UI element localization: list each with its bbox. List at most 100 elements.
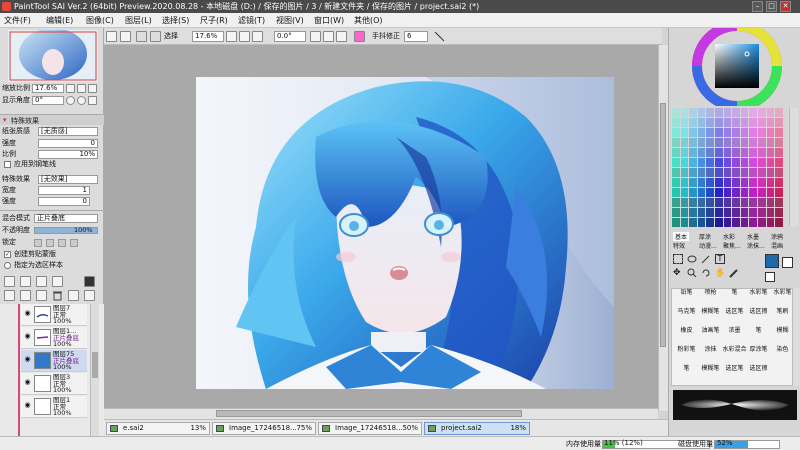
color-swatch[interactable]	[766, 218, 775, 227]
color-swatch[interactable]	[723, 118, 732, 127]
swatch-scrollbar[interactable]	[789, 108, 798, 226]
color-swatch[interactable]	[706, 108, 714, 117]
color-swatch[interactable]	[732, 208, 740, 217]
color-swatch[interactable]	[689, 108, 697, 117]
color-swatch[interactable]	[715, 128, 723, 137]
color-swatch[interactable]	[740, 168, 749, 177]
close-button[interactable]: ✕	[780, 1, 791, 12]
color-swatch[interactable]	[706, 188, 714, 197]
clear-layer-button[interactable]	[36, 290, 47, 301]
rotate-reset-button[interactable]	[336, 31, 347, 42]
new-pen-layer-button[interactable]	[36, 276, 47, 287]
text-icon[interactable]: T	[715, 254, 725, 264]
color-swatch[interactable]	[732, 118, 740, 127]
zoom-out-button[interactable]	[226, 31, 237, 42]
minimize-button[interactable]: –	[752, 1, 763, 12]
tab-anime[interactable]: 动漫...	[699, 241, 717, 250]
undo-button[interactable]	[106, 31, 117, 42]
transparent-color-swatch[interactable]	[765, 272, 775, 282]
color-swatch[interactable]	[749, 208, 757, 217]
color-swatch[interactable]	[766, 128, 775, 137]
zoom-field[interactable]: 17.6%	[192, 31, 224, 42]
color-swatch[interactable]	[672, 198, 680, 207]
nav-zoom-out-button[interactable]	[66, 84, 75, 93]
color-swatch[interactable]	[732, 128, 740, 137]
color-swatch[interactable]	[706, 148, 714, 157]
color-swatch[interactable]	[723, 178, 732, 187]
color-swatch[interactable]	[749, 178, 757, 187]
color-swatch[interactable]	[749, 218, 757, 227]
color-swatch[interactable]	[680, 148, 689, 157]
color-swatch[interactable]	[723, 148, 732, 157]
color-wheel[interactable]	[681, 28, 793, 106]
clip-checkbox[interactable]: ✓	[4, 251, 11, 258]
rotate-left-button[interactable]	[310, 31, 321, 42]
color-swatch[interactable]	[706, 138, 714, 147]
lock-pixels-button[interactable]	[46, 239, 54, 247]
color-swatch[interactable]	[740, 138, 749, 147]
nav-angle-field[interactable]: 0°	[32, 96, 64, 105]
color-swatch[interactable]	[680, 218, 689, 227]
color-swatch[interactable]	[775, 218, 783, 227]
color-swatch[interactable]	[740, 178, 749, 187]
color-swatch[interactable]	[697, 168, 706, 177]
color-swatch[interactable]	[723, 168, 732, 177]
color-swatch[interactable]	[732, 158, 740, 167]
blend-select[interactable]: 正片叠底	[34, 214, 98, 223]
eye-icon[interactable]: ◉	[23, 332, 32, 340]
copy-layer-button[interactable]	[4, 290, 15, 301]
color-swatch[interactable]	[672, 158, 680, 167]
color-swatch[interactable]	[680, 138, 689, 147]
color-swatch[interactable]	[672, 208, 680, 217]
color-swatch[interactable]	[775, 198, 783, 207]
eye-icon[interactable]: ◉	[23, 378, 32, 386]
color-swatch[interactable]	[715, 138, 723, 147]
color-swatch[interactable]	[672, 148, 680, 157]
color-swatch[interactable]	[740, 108, 749, 117]
effect-select[interactable]: [无效果]	[38, 175, 98, 184]
color-swatch[interactable]	[732, 178, 740, 187]
color-swatch[interactable]	[697, 218, 706, 227]
color-swatch[interactable]	[689, 118, 697, 127]
invert-selection-button[interactable]	[150, 31, 161, 42]
color-swatch[interactable]	[775, 148, 783, 157]
color-swatch[interactable]	[697, 188, 706, 197]
tab-basic[interactable]: 基本	[673, 232, 690, 241]
menu-filter[interactable]: 滤镜(T)	[238, 15, 265, 26]
rect-select-icon[interactable]	[673, 254, 683, 264]
color-swatch[interactable]	[758, 158, 766, 167]
color-swatch[interactable]	[680, 188, 689, 197]
color-swatch[interactable]	[723, 108, 732, 117]
scale-field[interactable]: 10%	[38, 150, 98, 159]
apply-pen-checkbox[interactable]	[4, 161, 11, 168]
color-swatch[interactable]	[775, 178, 783, 187]
rotate-right-button[interactable]	[323, 31, 334, 42]
doc-tab[interactable]: Image_17246518... 50%	[318, 422, 422, 435]
color-swatch[interactable]	[740, 158, 749, 167]
nav-rotate-right-button[interactable]	[77, 96, 86, 105]
nav-zoom-in-button[interactable]	[77, 84, 86, 93]
color-swatch[interactable]	[723, 128, 732, 137]
layer-row[interactable]: ◉ 图层1 正常 100%	[21, 396, 87, 418]
color-swatch[interactable]	[672, 168, 680, 177]
effects-header[interactable]: ▾ 特殊效果	[0, 114, 104, 125]
sel-sample-radio[interactable]	[4, 262, 11, 269]
color-swatch[interactable]	[689, 188, 697, 197]
color-swatch[interactable]	[775, 168, 783, 177]
menu-select[interactable]: 选择(S)	[162, 15, 189, 26]
eye-icon[interactable]: ◉	[23, 309, 32, 317]
lock-all-button[interactable]	[70, 239, 78, 247]
color-swatch[interactable]	[706, 168, 714, 177]
color-swatch[interactable]	[766, 198, 775, 207]
color-swatch[interactable]	[758, 168, 766, 177]
color-swatch[interactable]	[689, 168, 697, 177]
lock-transparency-button[interactable]	[34, 239, 42, 247]
paper-select[interactable]: [无质感]	[38, 127, 98, 136]
color-swatch[interactable]	[766, 208, 775, 217]
color-swatches[interactable]	[672, 108, 786, 228]
color-swatch[interactable]	[706, 128, 714, 137]
color-swatch[interactable]	[749, 158, 757, 167]
color-swatch[interactable]	[689, 208, 697, 217]
color-swatch[interactable]	[723, 158, 732, 167]
color-swatch[interactable]	[749, 118, 757, 127]
